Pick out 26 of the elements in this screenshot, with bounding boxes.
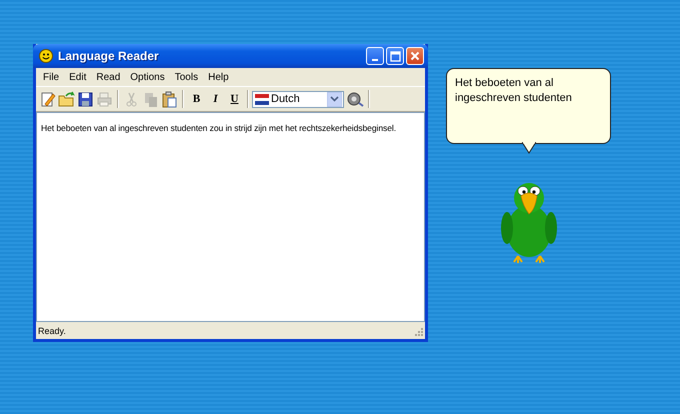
maximize-button[interactable] (386, 47, 404, 65)
bold-button[interactable]: B (187, 89, 206, 109)
menu-item[interactable]: Read (91, 72, 126, 82)
flag-icon (255, 94, 269, 104)
minimize-button[interactable] (366, 47, 384, 65)
text-editor[interactable]: Het beboeten van al ingeschreven studenten zou in strijd zijn met het rechtszekerheidsbeginsel. (36, 112, 425, 322)
underline-button[interactable]: U (225, 89, 244, 109)
maximize-icon (390, 50, 400, 62)
italic-button[interactable]: I (206, 89, 225, 109)
window-title: Language Reader (58, 49, 160, 63)
menu-item[interactable]: Options (125, 72, 170, 82)
menu-item[interactable]: Edit (64, 72, 92, 82)
document-text: Het beboeten van al ingeschreven studenten zou in strijd zijn met het rechtszekerheidsbeginsel. (41, 123, 396, 133)
menu-item[interactable]: Help (203, 72, 234, 82)
menu-item[interactable]: File (38, 72, 64, 82)
smiley-icon (39, 49, 53, 63)
close-icon (410, 51, 420, 61)
resize-grip-icon[interactable] (413, 326, 423, 336)
close-button[interactable] (406, 47, 424, 65)
menu-item[interactable]: Tools (170, 72, 204, 82)
language-dropdown[interactable]: Dutch (252, 90, 344, 108)
minimize-icon (372, 59, 378, 61)
speech-text: Het beboeten van al ingeschreven studenten (455, 76, 573, 106)
clipboard-icon[interactable] (160, 89, 179, 109)
language-value: Dutch (271, 93, 301, 105)
status-text: Ready. (38, 326, 66, 336)
